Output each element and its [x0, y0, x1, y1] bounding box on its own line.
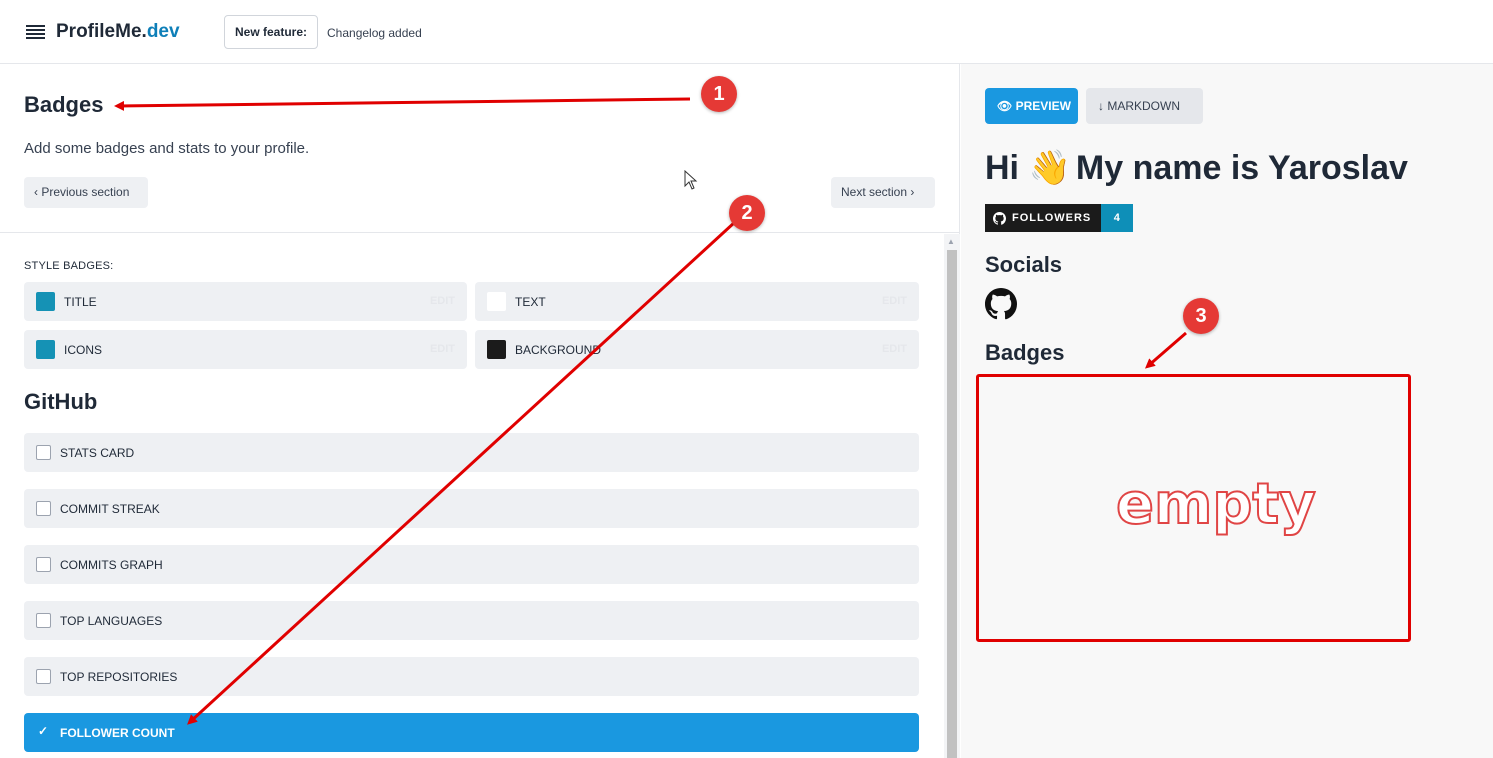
style-item-text[interactable]: TEXT EDIT — [475, 282, 919, 321]
greeting-heading: Hi 👋 My name is Yaroslav — [985, 148, 1408, 188]
badge-label: FOLLOWERS — [1012, 212, 1092, 224]
next-section-label: Next section — [841, 185, 908, 199]
mouse-cursor-icon — [684, 170, 698, 190]
checkbox[interactable] — [36, 669, 51, 684]
color-swatch[interactable] — [487, 292, 506, 311]
chevron-right-icon: › — [910, 185, 915, 199]
markdown-tab-button[interactable]: ↓ MARKDOWN — [1086, 88, 1203, 124]
greeting-hi: Hi — [985, 149, 1019, 187]
github-icon — [993, 211, 1006, 225]
annotation-marker-3: 3 — [1183, 298, 1219, 334]
badge-label-part: FOLLOWERS — [985, 204, 1102, 232]
style-item-title[interactable]: TITLE EDIT — [24, 282, 467, 321]
preview-tab-button[interactable]: 👁 PREVIEW — [985, 88, 1078, 124]
option-stats-card[interactable]: STATS CARD — [24, 433, 919, 472]
style-item-icons[interactable]: ICONS EDIT — [24, 330, 467, 369]
markdown-label: MARKDOWN — [1107, 99, 1181, 113]
new-feature-text[interactable]: Changelog added — [327, 26, 422, 40]
option-label: STATS CARD — [60, 446, 135, 460]
followers-badge[interactable]: FOLLOWERS 4 — [985, 204, 1134, 232]
style-badges-heading: STYLE BADGES: — [24, 260, 114, 272]
color-swatch[interactable] — [36, 340, 55, 359]
section-description: Add some badges and stats to your profil… — [24, 140, 310, 157]
editor-panel: Badges Add some badges and stats to your… — [0, 64, 960, 758]
option-commit-streak[interactable]: COMMIT STREAK — [24, 489, 919, 528]
previous-section-label: Previous section — [41, 185, 130, 199]
option-label: TOP LANGUAGES — [60, 614, 163, 628]
edit-button[interactable]: EDIT — [430, 295, 455, 307]
hamburger-menu-icon[interactable] — [26, 25, 45, 39]
annotation-empty-text: empty — [1115, 471, 1317, 538]
logo-main: ProfileMe. — [56, 21, 147, 42]
github-social-icon[interactable] — [985, 288, 1017, 320]
checkbox[interactable] — [36, 445, 51, 460]
option-label: COMMIT STREAK — [60, 502, 160, 516]
style-item-background[interactable]: BACKGROUND EDIT — [475, 330, 919, 369]
annotation-marker-2: 2 — [729, 195, 765, 231]
chevron-left-icon: ‹ — [34, 185, 38, 199]
logo-accent: dev — [146, 21, 180, 42]
option-top-repositories[interactable]: TOP REPOSITORIES — [24, 657, 919, 696]
eye-icon: 👁 — [997, 99, 1013, 113]
badge-count: 4 — [1101, 204, 1134, 232]
checkmark-icon[interactable]: ✓ — [38, 724, 48, 738]
socials-heading: Socials — [985, 252, 1063, 277]
top-header: ProfileMe.dev New feature: Changelog add… — [0, 0, 1493, 64]
annotation-marker-1: 1 — [701, 76, 737, 112]
option-follower-count[interactable]: ✓ FOLLOWER COUNT — [24, 713, 919, 752]
badges-heading: Badges — [985, 340, 1065, 365]
waving-hand-icon: 👋 — [1028, 149, 1071, 187]
style-item-label: ICONS — [64, 343, 103, 357]
option-commits-graph[interactable]: COMMITS GRAPH — [24, 545, 919, 584]
github-heading: GitHub — [24, 389, 98, 414]
option-top-languages[interactable]: TOP LANGUAGES — [24, 601, 919, 640]
color-swatch[interactable] — [36, 292, 55, 311]
checkbox[interactable] — [36, 501, 51, 516]
scroll-up-arrow-icon[interactable]: ▲ — [947, 237, 955, 246]
option-label: FOLLOWER COUNT — [60, 726, 175, 740]
next-section-button[interactable]: Next section › — [831, 177, 935, 208]
arrow-down-icon: ↓ — [1098, 99, 1104, 113]
checkbox[interactable] — [36, 557, 51, 572]
option-label: COMMITS GRAPH — [60, 558, 163, 572]
section-title: Badges — [24, 92, 104, 117]
edit-button[interactable]: EDIT — [882, 295, 907, 307]
option-label: TOP REPOSITORIES — [60, 670, 178, 684]
scrollbar-thumb[interactable] — [947, 250, 957, 758]
color-swatch[interactable] — [487, 340, 506, 359]
greeting-name: My name is Yaroslav — [1075, 149, 1408, 187]
style-item-label: TITLE — [64, 295, 97, 309]
previous-section-button[interactable]: ‹ Previous section — [24, 177, 148, 208]
checkbox[interactable] — [36, 613, 51, 628]
logo[interactable]: ProfileMe.dev — [56, 21, 180, 43]
new-feature-pill[interactable]: New feature: — [224, 15, 319, 49]
edit-button[interactable]: EDIT — [882, 343, 907, 355]
style-item-label: BACKGROUND — [515, 343, 602, 357]
preview-label: PREVIEW — [1015, 99, 1071, 113]
style-item-label: TEXT — [515, 295, 546, 309]
divider — [0, 232, 960, 233]
edit-button[interactable]: EDIT — [430, 343, 455, 355]
